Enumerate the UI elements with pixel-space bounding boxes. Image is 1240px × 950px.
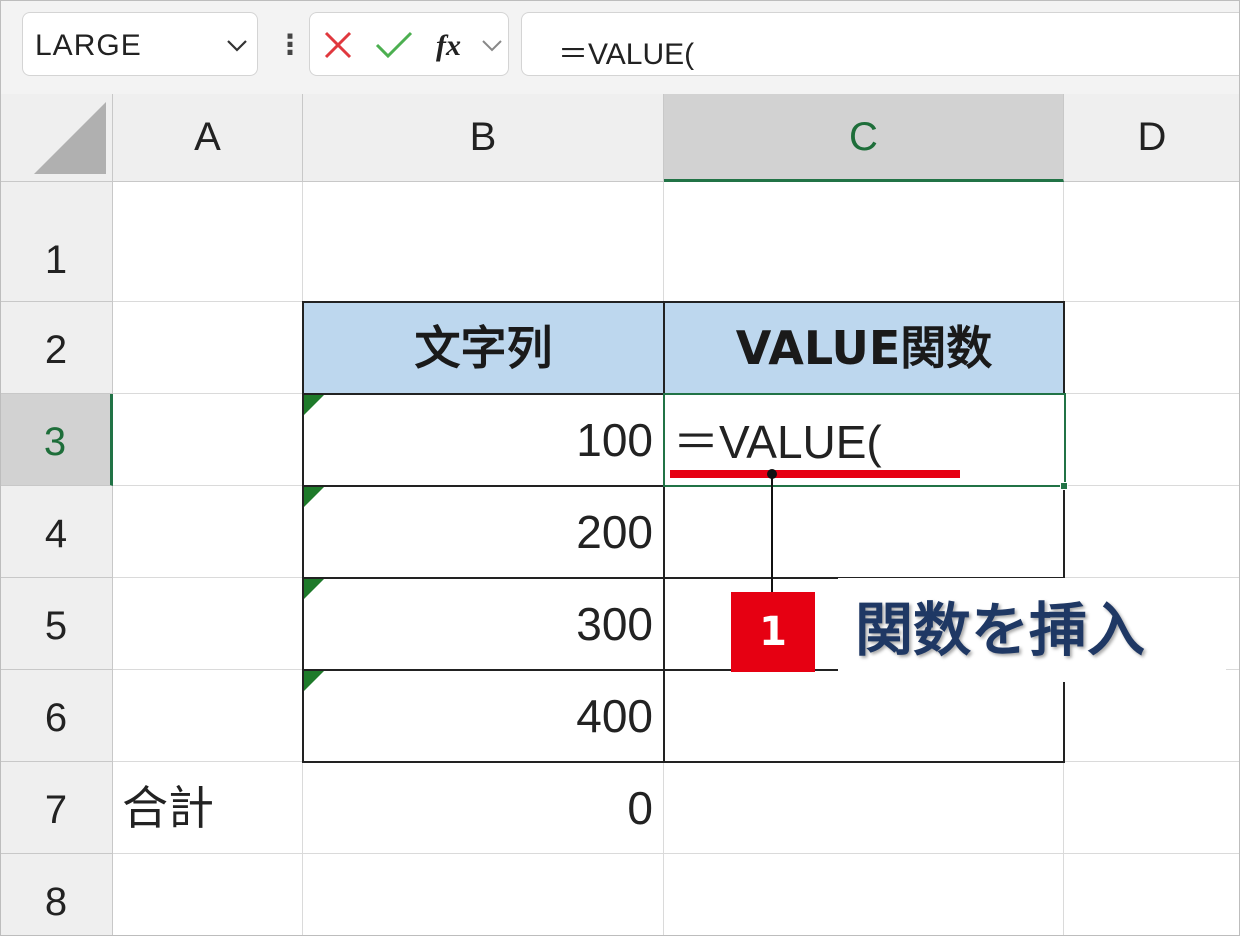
row-header-8[interactable]: 8 [0,854,113,936]
row-header-7[interactable]: 7 [0,762,113,854]
cell-c4[interactable] [663,485,1065,579]
cancel-icon[interactable] [322,29,354,61]
step-badge: 1 [731,592,815,672]
table-header-strings[interactable]: 文字列 [302,301,665,395]
callout-text: 関数を挿入 [855,596,1146,664]
insert-function-icon[interactable]: fx [434,25,474,65]
column-header-b[interactable]: B [303,94,664,182]
callout-connector-line [771,478,773,592]
row-header-5[interactable]: 5 [0,578,113,670]
cell-b6[interactable]: 400 [302,669,665,763]
row-header-1[interactable]: 1 [0,182,113,302]
error-indicator-icon[interactable] [304,671,324,691]
svg-text:fx: fx [436,29,461,62]
cell-c3-formula: ＝VALUE( [673,416,882,468]
enter-check-icon[interactable] [374,29,414,61]
red-underline [670,470,960,478]
chevron-down-icon[interactable] [480,37,504,55]
table-header-value-function[interactable]: VALUE関数 [663,301,1065,395]
formula-actions: fx [309,12,509,76]
column-header-d[interactable]: D [1064,94,1240,182]
column-header-c[interactable]: C [664,94,1064,182]
more-options-icon[interactable]: ⋮ [276,28,304,62]
select-all-triangle-icon [34,102,106,174]
fill-handle[interactable] [1060,482,1068,490]
row-header-2[interactable]: 2 [0,302,113,394]
cell-c6[interactable] [663,669,1065,763]
name-box-value: LARGE [35,29,142,62]
cell-b5[interactable]: 300 [302,577,665,671]
row-header-4[interactable]: 4 [0,486,113,578]
column-header-a[interactable]: A [113,94,303,182]
error-indicator-icon[interactable] [304,487,324,507]
chevron-down-icon[interactable] [225,35,249,55]
formula-input[interactable]: ＝VALUE( [521,12,1240,76]
name-box[interactable]: LARGE [22,12,258,76]
cell-b3[interactable]: 100 [302,393,665,487]
error-indicator-icon[interactable] [304,395,324,415]
cell-a7[interactable]: 合計 [122,762,302,854]
row-header-3[interactable]: 3 [0,394,113,486]
row-header-6[interactable]: 6 [0,670,113,762]
cell-b4[interactable]: 200 [302,485,665,579]
formula-text: ＝VALUE( [558,38,695,71]
error-indicator-icon[interactable] [304,579,324,599]
cell-b7[interactable]: 0 [302,762,663,854]
select-all-button[interactable] [0,94,113,182]
